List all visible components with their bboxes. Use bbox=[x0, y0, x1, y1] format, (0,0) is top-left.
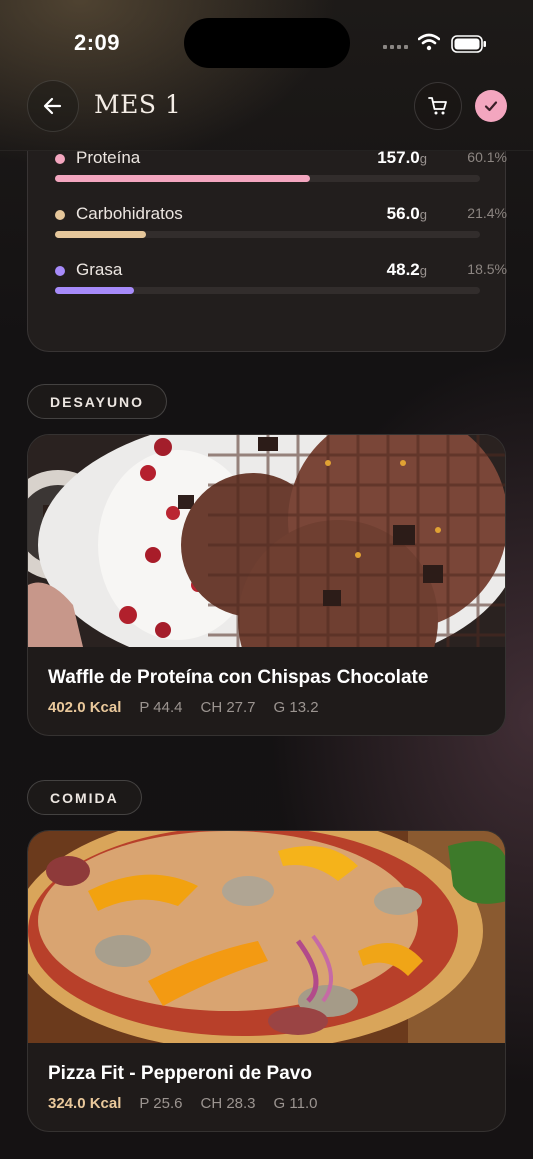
macro-progress-fill bbox=[55, 175, 311, 182]
scroll-viewport[interactable]: Proteína 157.0g 60.1% Carbohidratos 56.0… bbox=[0, 151, 533, 1159]
wifi-icon bbox=[418, 33, 440, 51]
arrow-left-icon bbox=[43, 97, 62, 115]
meal-photo-pizza bbox=[28, 831, 505, 1043]
macro-grams: 56.0g bbox=[386, 204, 427, 223]
protein-dot-icon bbox=[55, 154, 65, 164]
meal-protein: P 44.4 bbox=[139, 699, 183, 716]
macro-progress-fill bbox=[55, 287, 134, 294]
signal-icon bbox=[383, 45, 408, 49]
meal-carbs: CH 28.3 bbox=[200, 1095, 256, 1112]
macro-grams: 157.0g bbox=[377, 151, 427, 167]
fat-dot-icon bbox=[55, 266, 65, 276]
carbs-dot-icon bbox=[55, 210, 65, 220]
top-header: MES 1 bbox=[0, 80, 533, 150]
confirm-button[interactable] bbox=[475, 90, 507, 122]
status-bar: 2:09 bbox=[0, 0, 533, 80]
meal-name: Waffle de Proteína con Chispas Chocolate bbox=[48, 667, 429, 688]
macro-progress-track bbox=[55, 231, 480, 238]
meal-stats: 402.0 Kcal P 44.4 CH 27.7 G 13.2 bbox=[48, 699, 319, 716]
cart-button[interactable] bbox=[414, 82, 462, 130]
meal-carbs: CH 27.7 bbox=[200, 699, 256, 716]
meal-photo-waffle bbox=[28, 435, 505, 647]
macro-row-protein: Proteína 157.0g 60.1% bbox=[55, 151, 507, 188]
back-button[interactable] bbox=[27, 80, 79, 132]
macro-label: Grasa bbox=[76, 260, 123, 279]
cart-icon bbox=[428, 97, 447, 115]
meal-card-lunch[interactable]: Pizza Fit - Pepperoni de Pavo 324.0 Kcal… bbox=[27, 830, 506, 1132]
meal-card-breakfast[interactable]: Waffle de Proteína con Chispas Chocolate… bbox=[27, 434, 506, 736]
macro-progress-fill bbox=[55, 231, 146, 238]
macro-progress-track bbox=[55, 175, 480, 182]
macro-percent: 21.4% bbox=[467, 205, 507, 221]
macro-label: Carbohidratos bbox=[76, 204, 183, 223]
macro-summary-card: Proteína 157.0g 60.1% Carbohidratos 56.0… bbox=[27, 151, 507, 352]
macro-grams: 48.2g bbox=[386, 260, 427, 279]
macro-row-carbs: Carbohidratos 56.0g 21.4% bbox=[55, 204, 507, 244]
dynamic-island bbox=[184, 18, 350, 68]
section-chip-lunch[interactable]: COMIDA bbox=[27, 780, 142, 815]
status-time: 2:09 bbox=[74, 30, 121, 55]
meal-fat: G 13.2 bbox=[273, 699, 319, 716]
macro-label: Proteína bbox=[76, 151, 141, 167]
meal-kcal: 402.0 Kcal bbox=[48, 699, 122, 716]
macro-percent: 60.1% bbox=[467, 151, 507, 165]
macro-percent: 18.5% bbox=[467, 261, 507, 277]
meal-protein: P 25.6 bbox=[139, 1095, 183, 1112]
meal-stats: 324.0 Kcal P 25.6 CH 28.3 G 11.0 bbox=[48, 1095, 317, 1112]
meal-fat: G 11.0 bbox=[273, 1095, 318, 1112]
check-icon bbox=[484, 101, 498, 112]
page-title: MES 1 bbox=[94, 90, 182, 119]
macro-progress-track bbox=[55, 287, 480, 294]
header-divider bbox=[0, 150, 533, 151]
section-chip-breakfast[interactable]: DESAYUNO bbox=[27, 384, 168, 419]
macro-row-fat: Grasa 48.2g 18.5% bbox=[55, 260, 507, 300]
meal-name: Pizza Fit - Pepperoni de Pavo bbox=[48, 1063, 312, 1084]
battery-icon bbox=[451, 35, 486, 53]
meal-kcal: 324.0 Kcal bbox=[48, 1095, 122, 1112]
